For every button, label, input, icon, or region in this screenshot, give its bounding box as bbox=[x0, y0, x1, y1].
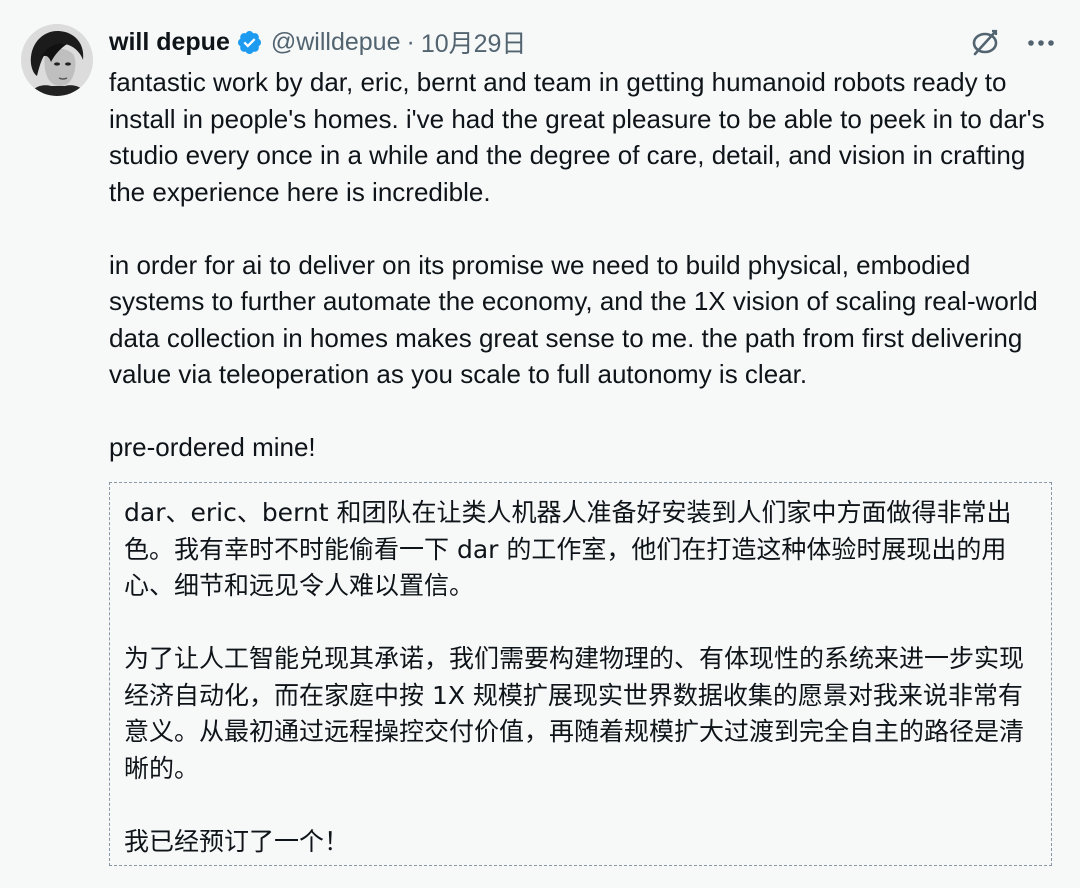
tweet-card[interactable]: will depue @willdepue · 10月29日 fantastic… bbox=[0, 0, 1080, 888]
separator-dot: · bbox=[406, 27, 415, 56]
verified-badge-icon[interactable] bbox=[236, 29, 263, 56]
tweet-paragraph: in order for ai to deliver on its promis… bbox=[109, 249, 1038, 390]
translate-off-icon[interactable] bbox=[968, 26, 1002, 60]
tweet-text: fantastic work by dar, eric, bernt and t… bbox=[109, 64, 1059, 466]
header-actions bbox=[968, 26, 1058, 60]
translation-paragraph: dar、eric、bernt 和团队在让类人机器人准备好安装到人们家中方面做得非… bbox=[124, 498, 1012, 600]
post-date[interactable]: 10月29日 bbox=[421, 24, 527, 60]
display-name[interactable]: will depue bbox=[109, 28, 230, 57]
more-horizontal-icon[interactable] bbox=[1024, 26, 1058, 60]
translation-box: dar、eric、bernt 和团队在让类人机器人准备好安装到人们家中方面做得非… bbox=[109, 482, 1052, 866]
translation-paragraph: 我已经预订了一个！ bbox=[124, 826, 350, 856]
translation-paragraph: 为了让人工智能兑现其承诺，我们需要构建物理的、有体现性的系统来进一步实现经济自动… bbox=[124, 644, 1025, 783]
user-avatar-icon bbox=[21, 24, 93, 96]
user-handle[interactable]: @willdepue bbox=[271, 28, 401, 57]
tweet-paragraph: fantastic work by dar, eric, bernt and t… bbox=[109, 67, 1045, 207]
avatar[interactable] bbox=[21, 24, 93, 96]
tweet-header: will depue @willdepue · 10月29日 bbox=[109, 24, 527, 60]
tweet-paragraph: pre-ordered mine! bbox=[109, 432, 316, 462]
